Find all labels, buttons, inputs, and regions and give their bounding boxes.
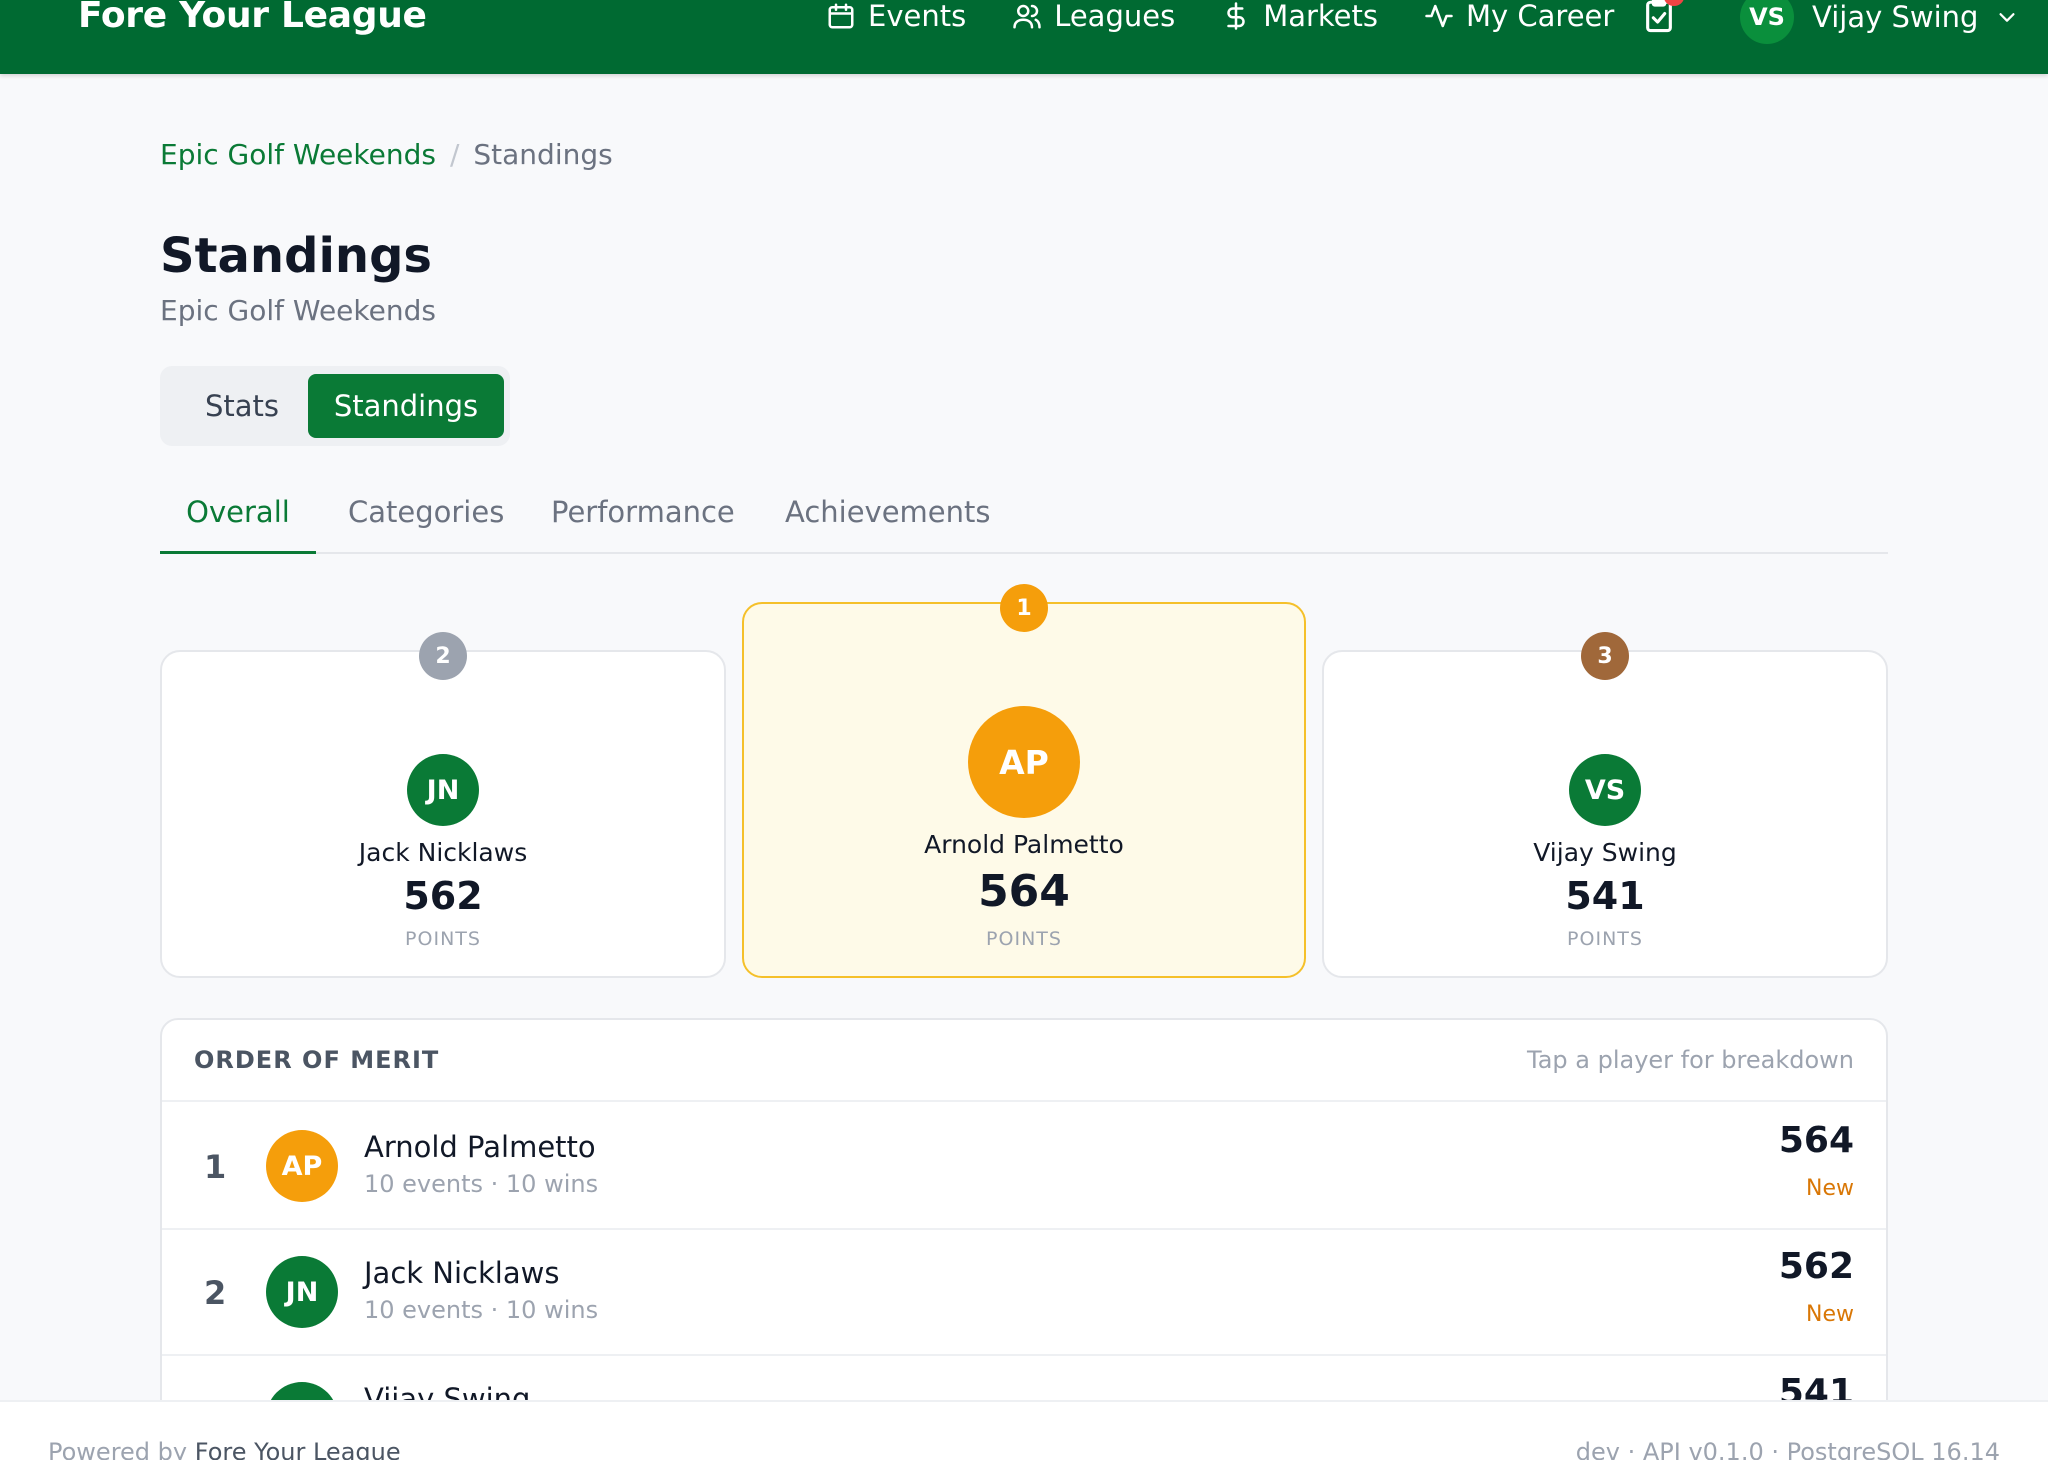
podium-points-label: POINTS <box>1567 928 1643 950</box>
rank-badge-third: 3 <box>1581 632 1629 680</box>
footer-brand-link[interactable]: Fore Your League <box>195 1438 401 1460</box>
table-row[interactable]: 2 JN Jack Nicklaws 10 events · 10 wins 5… <box>162 1230 1886 1356</box>
row-points: 564 <box>1778 1120 1854 1161</box>
podium-player-name: Arnold Palmetto <box>924 830 1124 859</box>
breadcrumb-current: Standings <box>473 138 613 171</box>
nav-events[interactable]: Events <box>826 0 966 33</box>
nav-my-career[interactable]: My Career <box>1424 0 1614 33</box>
nav-leagues-label: Leagues <box>1054 0 1176 33</box>
podium-points: 564 <box>978 866 1070 917</box>
podium-player-name: Vijay Swing <box>1533 838 1677 867</box>
tab-categories[interactable]: Categories <box>348 488 504 554</box>
breadcrumb: Epic Golf Weekends / Standings <box>160 138 613 171</box>
avatar: AP <box>266 1130 338 1202</box>
calendar-icon <box>828 3 854 29</box>
page-title: Standings <box>160 228 432 284</box>
page-subtitle: Epic Golf Weekends <box>160 294 436 327</box>
rank-badge-second: 2 <box>419 632 467 680</box>
row-player-name: Arnold Palmetto <box>364 1130 596 1164</box>
podium-points: 562 <box>403 874 483 918</box>
nav-leagues[interactable]: Leagues <box>1012 0 1175 33</box>
order-of-merit-title: ORDER OF MERIT <box>194 1046 440 1074</box>
notifications-button[interactable] <box>1642 0 1684 36</box>
breadcrumb-separator: / <box>449 138 460 171</box>
row-rank: 2 <box>204 1274 227 1312</box>
user-name: Vijay Swing <box>1812 0 1979 34</box>
nav-links: Events Leagues Markets My Career <box>826 0 1660 38</box>
top-nav: Fore Your League Events Leagues Markets … <box>0 0 2048 74</box>
avatar: VS <box>1569 754 1641 826</box>
order-of-merit-hint: Tap a player for breakdown <box>1527 1046 1854 1074</box>
row-rank: 1 <box>204 1148 227 1186</box>
podium-points-label: POINTS <box>986 928 1062 950</box>
tab-achievements[interactable]: Achievements <box>785 488 991 554</box>
stats-toggle-button[interactable]: Stats <box>178 374 306 438</box>
footer-powered-prefix: Powered by <box>48 1438 188 1460</box>
standings-tabs: Overall Categories Performance Achieveme… <box>160 488 1888 554</box>
avatar: JN <box>407 754 479 826</box>
user-avatar: VS <box>1740 0 1794 44</box>
row-meta: 10 events · 10 wins <box>364 1170 599 1198</box>
table-row[interactable]: 1 AP Arnold Palmetto 10 events · 10 wins… <box>162 1104 1886 1230</box>
footer: Powered by Fore Your League dev · API v0… <box>0 1400 2048 1460</box>
dollar-icon <box>1227 2 1245 30</box>
row-points: 562 <box>1778 1246 1854 1287</box>
user-menu[interactable]: VS Vijay Swing <box>1740 0 2018 44</box>
nav-markets[interactable]: Markets <box>1221 0 1378 33</box>
row-delta-badge: New <box>1806 1176 1854 1201</box>
chevron-down-icon <box>1999 13 2016 22</box>
avatar: AP <box>968 706 1080 818</box>
rank-badge-first: 1 <box>1000 584 1048 632</box>
footer-version: dev · API v0.1.0 · PostgreSQL 16.14 <box>1575 1438 2000 1460</box>
podium-card-third[interactable]: 3 VS Vijay Swing 541 POINTS <box>1322 632 1888 978</box>
standings-toggle-button[interactable]: Standings <box>308 374 504 438</box>
tab-overall[interactable]: Overall <box>160 488 316 554</box>
podium-player-name: Jack Nicklaws <box>358 838 528 867</box>
avatar: JN <box>266 1256 338 1328</box>
view-toggle: Stats Standings <box>160 366 510 446</box>
nav-events-label: Events <box>868 0 967 33</box>
breadcrumb-league-link[interactable]: Epic Golf Weekends <box>160 138 436 171</box>
brand-logo[interactable]: Fore Your League <box>78 0 427 38</box>
podium-points-label: POINTS <box>405 928 481 950</box>
row-player-name: Jack Nicklaws <box>364 1256 560 1290</box>
tab-performance[interactable]: Performance <box>551 488 735 554</box>
users-icon <box>1013 4 1041 29</box>
order-of-merit-table: ORDER OF MERIT Tap a player for breakdow… <box>160 1018 1888 1460</box>
footer-powered-by: Powered by Fore Your League <box>48 1438 401 1460</box>
podium-points: 541 <box>1565 874 1645 918</box>
nav-my-career-label: My Career <box>1465 0 1615 33</box>
podium-card-second[interactable]: 2 JN Jack Nicklaws 562 POINTS <box>160 632 726 978</box>
row-meta: 10 events · 10 wins <box>364 1296 599 1324</box>
activity-icon <box>1425 4 1453 28</box>
row-delta-badge: New <box>1806 1302 1854 1327</box>
podium-card-first[interactable]: 1 AP Arnold Palmetto 564 POINTS <box>742 584 1306 978</box>
nav-markets-label: Markets <box>1263 0 1378 33</box>
order-of-merit-header: ORDER OF MERIT Tap a player for breakdow… <box>162 1020 1886 1102</box>
